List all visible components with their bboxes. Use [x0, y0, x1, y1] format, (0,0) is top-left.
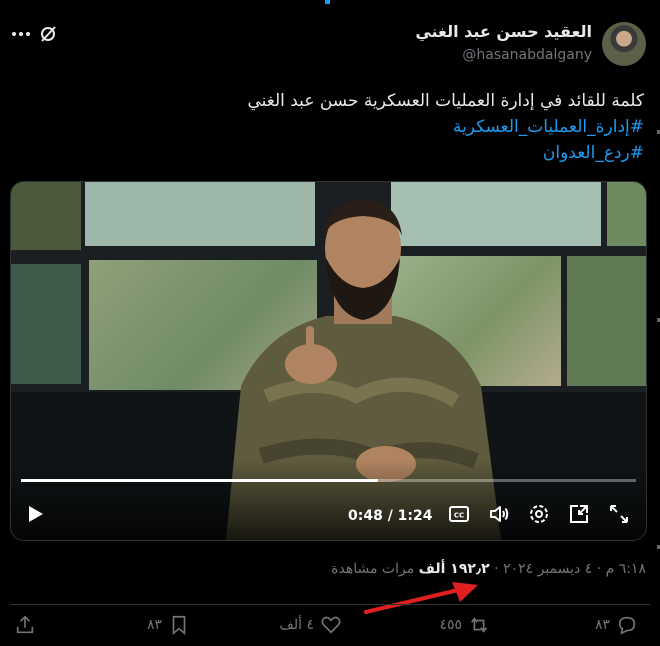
hashtag-link[interactable]: #إدارة_العمليات_العسكرية [44, 114, 644, 140]
like-icon [321, 616, 341, 634]
author-display-name[interactable]: العقيد حسن عبد الغني [415, 22, 592, 42]
author-handle[interactable]: @hasanabdalgany [415, 45, 592, 65]
captions-icon[interactable]: CC [447, 502, 471, 526]
play-icon[interactable] [23, 502, 47, 526]
repost-icon [471, 617, 487, 633]
volume-icon[interactable] [487, 502, 511, 526]
bookmark-icon [172, 615, 186, 636]
reply-button[interactable]: ٨٣ [595, 614, 638, 636]
fullscreen-icon[interactable] [607, 502, 631, 526]
progress-fill [21, 479, 378, 482]
video-player[interactable]: 0:48 / 1:24 CC [10, 181, 647, 541]
views-label: مرات مشاهدة [331, 561, 415, 577]
monitor-screen [11, 264, 81, 384]
grok-icon[interactable] [38, 24, 58, 44]
action-bar: ٨٣ ٤٥٥ ٤ ألف ٨٣ [0, 614, 660, 642]
bookmark-count: ٨٣ [146, 617, 162, 633]
svg-text:CC: CC [454, 512, 464, 520]
repost-count: ٤٥٥ [439, 617, 462, 633]
author-info: العقيد حسن عبد الغني @hasanabdalgany [415, 22, 592, 65]
share-icon [16, 615, 34, 634]
bookmark-button[interactable]: ٨٣ [147, 614, 190, 636]
repost-button[interactable]: ٤٥٥ [439, 614, 490, 636]
settings-icon[interactable] [527, 502, 551, 526]
timestamp[interactable]: ٦:١٨ م · ٤ ديسمبر ٢٠٢٤ · [494, 561, 646, 577]
top-indicator [325, 0, 330, 4]
share-button[interactable] [14, 614, 36, 636]
arrow-annotation [364, 582, 478, 614]
reply-count: ٨٣ [594, 617, 610, 633]
more-icon[interactable] [10, 24, 32, 44]
view-count: ١٩٢٫٢ ألف [418, 561, 490, 577]
like-button[interactable]: ٤ ألف [279, 614, 342, 636]
tweet-text: كلمة للقائد في إدارة العمليات العسكرية ح… [44, 88, 644, 166]
like-count: ٤ ألف [279, 617, 314, 633]
avatar[interactable] [602, 22, 646, 66]
divider [10, 604, 650, 605]
video-time: 0:48 / 1:24 [348, 508, 433, 524]
monitor-screen [607, 182, 646, 246]
tweet-header: العقيد حسن عبد الغني @hasanabdalgany [0, 22, 660, 70]
hashtag-link[interactable]: #ردع_العدوان [44, 140, 644, 166]
controls-overlay [11, 460, 646, 540]
progress-track[interactable] [21, 479, 636, 482]
monitor-screen [11, 182, 81, 250]
tweet-meta: ٦:١٨ م · ٤ ديسمبر ٢٠٢٤ · ١٩٢٫٢ ألف مرات … [331, 561, 646, 577]
monitor-screen [567, 256, 646, 386]
pip-icon[interactable] [567, 502, 591, 526]
tweet-body: كلمة للقائد في إدارة العمليات العسكرية ح… [247, 91, 644, 111]
reply-icon [618, 616, 636, 635]
